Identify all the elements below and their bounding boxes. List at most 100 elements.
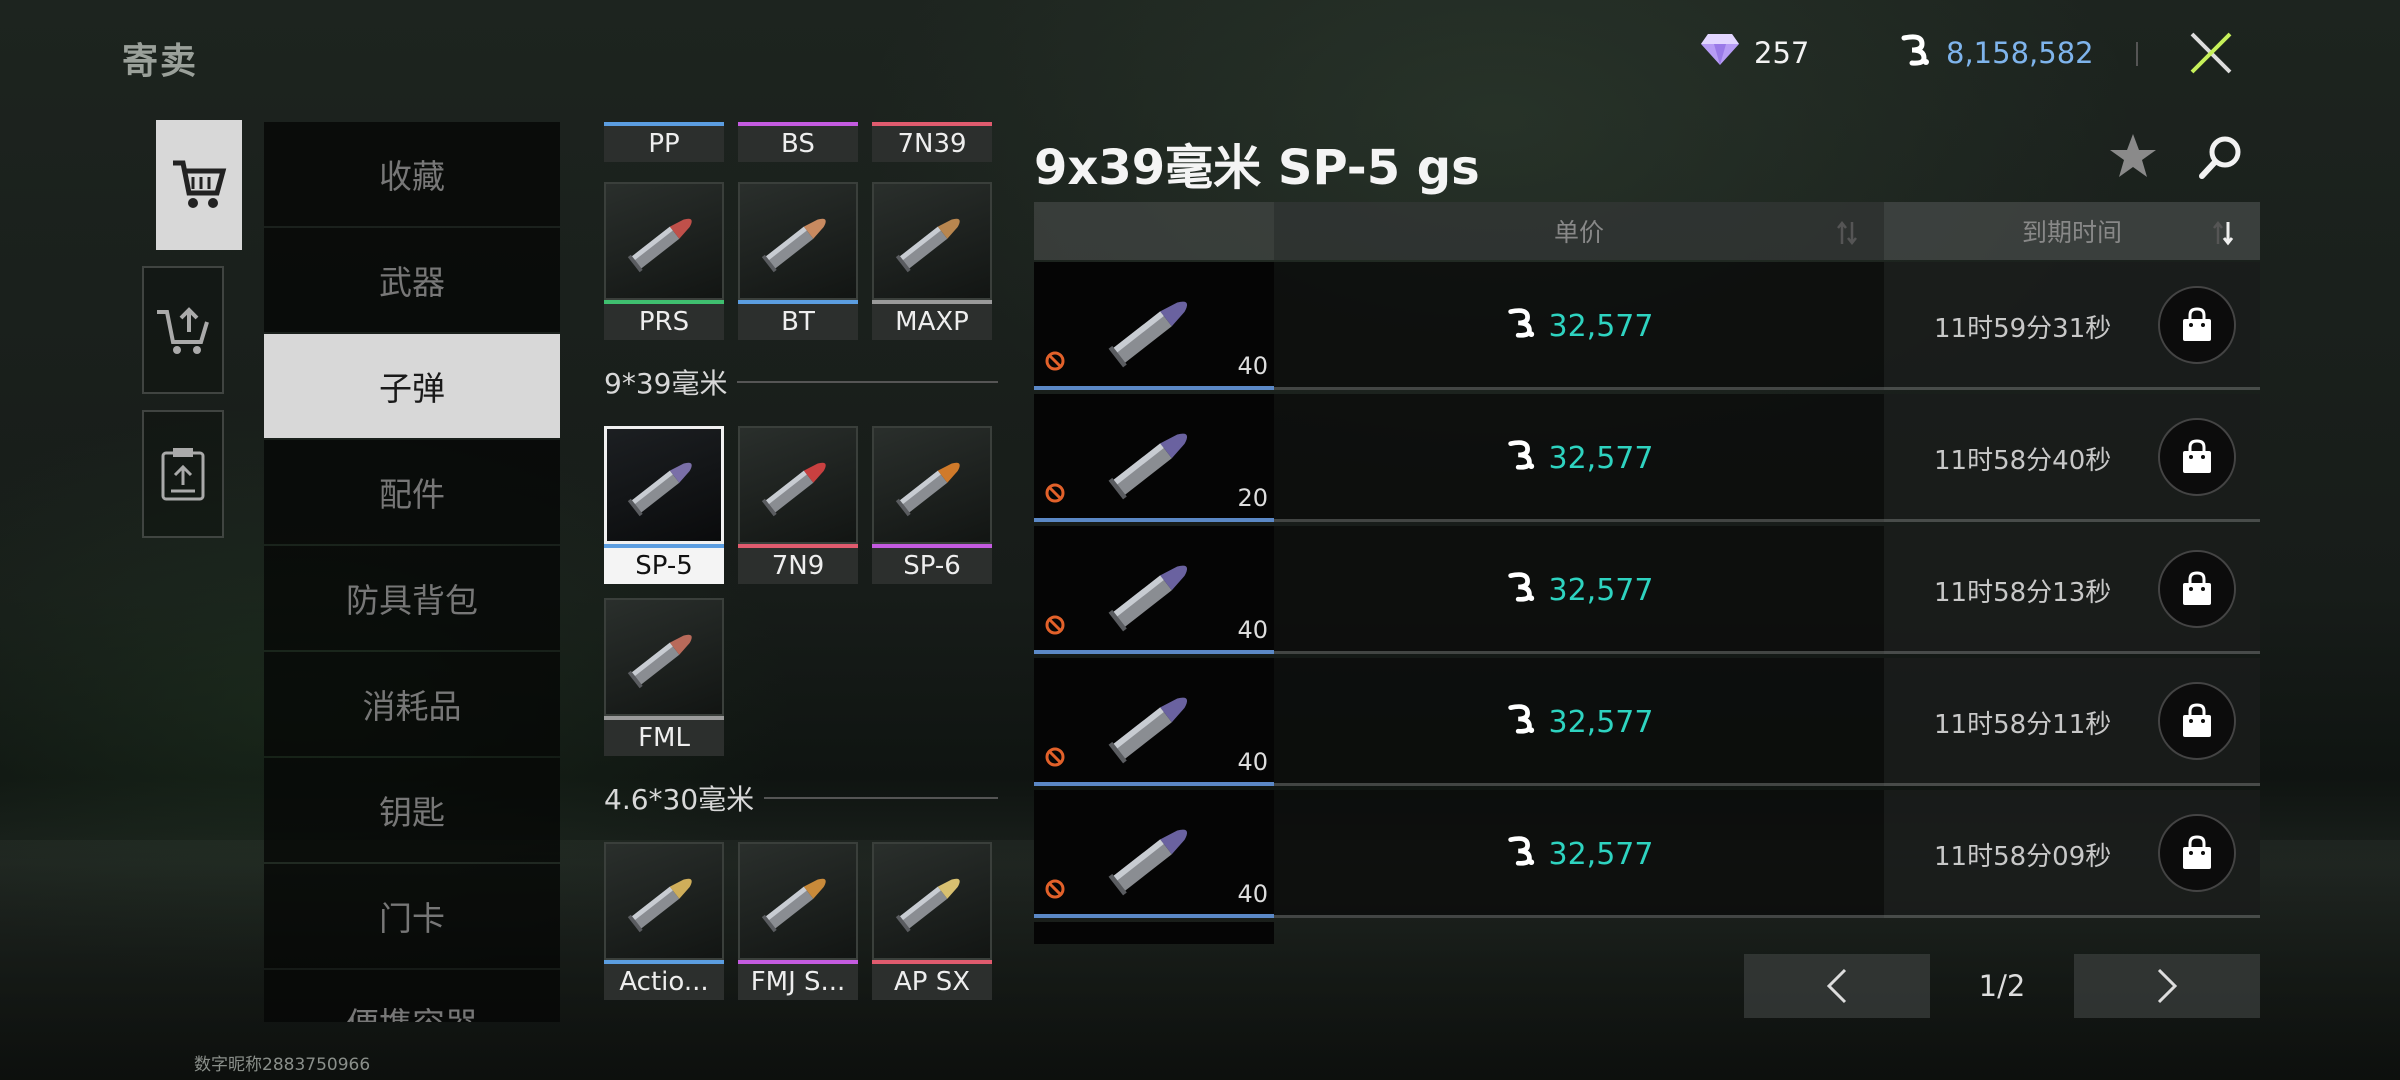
ammo-tile-maxp[interactable]: MAXP: [872, 182, 992, 340]
ammo-tile-sp6[interactable]: SP-6: [872, 426, 992, 584]
ammo-tile-7n39[interactable]: 7N39: [872, 122, 992, 162]
prohibited-icon: [1044, 878, 1066, 904]
listing-price: 32,577: [1274, 658, 1884, 786]
section-header-9x39: 9*39毫米: [604, 362, 998, 402]
prohibited-icon: [1044, 350, 1066, 376]
buy-button[interactable]: [2158, 418, 2236, 496]
listing-item-image: 40: [1034, 790, 1274, 918]
prohibited-icon: [1044, 746, 1066, 772]
listing-row: 40 32,577 11时58分11秒: [1034, 658, 2260, 786]
listing-row: 40 32,577 11时58分13秒: [1034, 526, 2260, 654]
listing-price: 32,577: [1274, 526, 1884, 654]
section-divider: [737, 381, 998, 383]
category-keycards[interactable]: 门卡: [264, 864, 560, 968]
buy-button[interactable]: [2158, 814, 2236, 892]
chevron-left-icon: [1826, 968, 1847, 1004]
bullet-image: [604, 182, 724, 300]
ammo-tile-pp[interactable]: PP: [604, 122, 724, 162]
close-icon: [2190, 32, 2232, 74]
category-keys[interactable]: 钥匙: [264, 758, 560, 862]
ammo-tile-sp5[interactable]: SP-5: [604, 426, 724, 584]
search-icon: [2199, 136, 2241, 179]
item-title: 9x39毫米 SP-5 gs: [1034, 140, 1480, 196]
prohibited-icon: [1044, 614, 1066, 640]
category-ammo[interactable]: 子弹: [264, 334, 560, 438]
bullet-image: [604, 426, 724, 544]
column-expire-time[interactable]: 到期时间: [1884, 202, 2260, 260]
shopping-bag-icon: [2183, 571, 2211, 605]
column-price[interactable]: 单价: [1274, 202, 1884, 260]
ammo-tile-prs[interactable]: PRS: [604, 182, 724, 340]
next-page-button[interactable]: [2074, 954, 2260, 1018]
category-consumables[interactable]: 消耗品: [264, 652, 560, 756]
pagination: 1/2: [1744, 954, 2260, 1018]
shopping-bag-icon: [2183, 703, 2211, 737]
price-value: 32,577: [1548, 308, 1654, 344]
listing-price: 32,577: [1274, 790, 1884, 918]
row-divider: [1274, 387, 2260, 390]
diamond-icon: [1700, 32, 1740, 73]
bullet-image: [738, 182, 858, 300]
price-value: 32,577: [1548, 440, 1654, 476]
listing-item-image: 40: [1034, 526, 1274, 654]
section-divider: [764, 797, 998, 799]
listing-row: 40 32,577 11时59分31秒: [1034, 262, 2260, 390]
item-quantity: 20: [1237, 484, 1268, 512]
tab-records[interactable]: [142, 410, 224, 538]
sort-desc-icon: [2212, 220, 2234, 252]
category-favorites[interactable]: 收藏: [264, 122, 560, 226]
item-quantity: 40: [1237, 352, 1268, 380]
listing-table-header: 单价 到期时间: [1034, 202, 2260, 260]
prev-page-button[interactable]: [1744, 954, 1930, 1018]
listing-row: 40 32,577 11时58分09秒: [1034, 790, 2260, 918]
ammo-tile-action[interactable]: Actio...: [604, 842, 724, 1000]
category-weapons[interactable]: 武器: [264, 228, 560, 332]
ammo-tile-7n9[interactable]: 7N9: [738, 426, 858, 584]
currency-icon: [1505, 702, 1537, 742]
ammo-tile-ap-sx[interactable]: AP SX: [872, 842, 992, 1000]
category-armor-backpack[interactable]: 防具背包: [264, 546, 560, 650]
gem-count: 257: [1754, 35, 1810, 70]
row-divider: [1274, 783, 2260, 786]
coin-count: 8,158,582: [1946, 35, 2094, 70]
tab-sell[interactable]: [142, 266, 224, 394]
sort-icon: [1836, 220, 1858, 252]
listing-item-image: 40: [1034, 658, 1274, 786]
ammo-tile-bs[interactable]: BS: [738, 122, 858, 162]
search-button[interactable]: [2196, 132, 2246, 186]
item-quantity: 40: [1237, 880, 1268, 908]
bullet-image: [738, 842, 858, 960]
ammo-tile-fmj[interactable]: FMJ S...: [738, 842, 858, 1000]
tab-market[interactable]: [156, 120, 242, 250]
page-indicator: 1/2: [1978, 969, 2026, 1003]
row-divider: [1274, 915, 2260, 918]
bullet-image: [604, 598, 724, 716]
listing-price: 32,577: [1274, 262, 1884, 390]
currency-icon: [1505, 306, 1537, 346]
prohibited-icon: [1044, 482, 1066, 508]
category-containers[interactable]: 便携容器: [264, 970, 560, 1022]
buy-button[interactable]: [2158, 682, 2236, 760]
listing-item-image: [1034, 922, 1274, 944]
category-attachments[interactable]: 配件: [264, 440, 560, 544]
ammo-tile-fml[interactable]: FML: [604, 598, 724, 756]
favorite-star-button[interactable]: [2108, 132, 2158, 184]
close-button[interactable]: [2180, 22, 2242, 84]
currency-icon: [1898, 32, 1932, 73]
coin-balance: 8,158,582: [1898, 32, 2094, 73]
ammo-tile-bt[interactable]: BT: [738, 182, 858, 340]
item-quantity: 40: [1237, 748, 1268, 776]
listing-item-image: 20: [1034, 394, 1274, 522]
buy-button[interactable]: [2158, 286, 2236, 364]
listing-row-partial: [1034, 922, 2260, 944]
listing-row: 20 32,577 11时58分40秒: [1034, 394, 2260, 522]
listing-rows: 40 32,577 11时59分31秒 20 32,577 11时58分40秒 40 32,5…: [1034, 262, 2260, 944]
bullet-image: [1094, 666, 1212, 788]
bullet-image: [738, 426, 858, 544]
listing-item-image: 40: [1034, 262, 1274, 390]
row-divider: [1274, 519, 2260, 522]
bullet-image: [1094, 798, 1212, 920]
buy-button[interactable]: [2158, 550, 2236, 628]
currency-icon: [1505, 570, 1537, 610]
column-item: [1034, 202, 1274, 260]
